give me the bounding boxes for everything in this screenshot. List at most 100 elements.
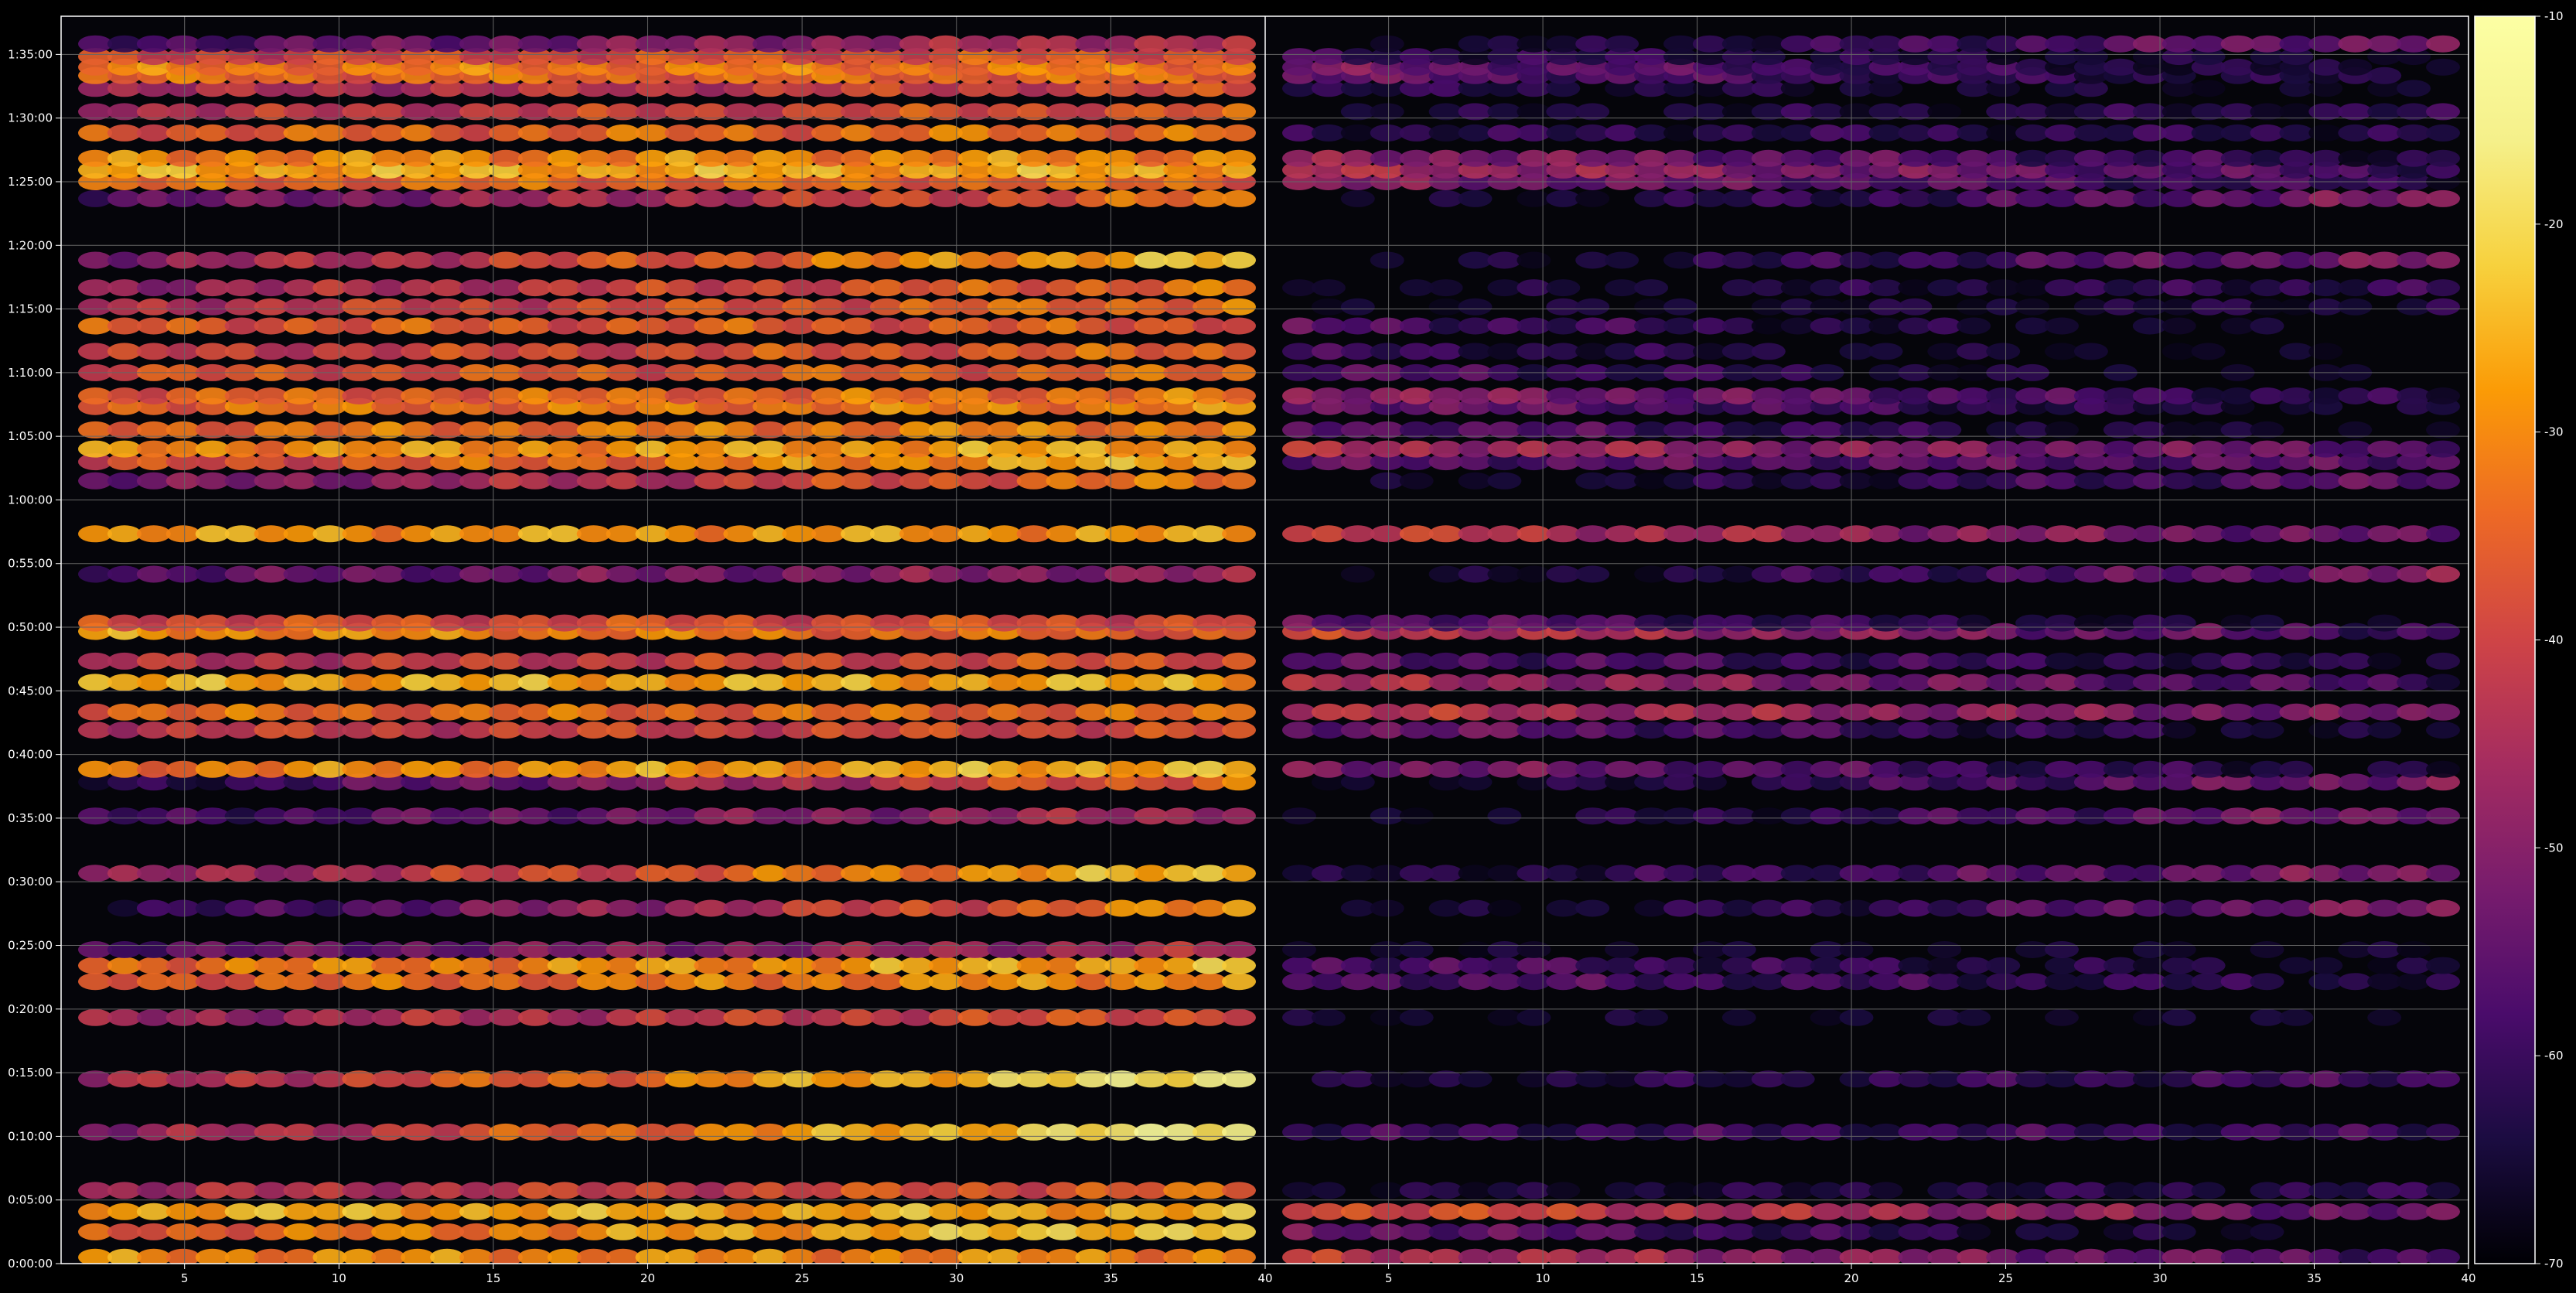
heatmap-cell xyxy=(1487,899,1522,917)
heatmap-cell xyxy=(1721,189,1756,207)
heatmap-cell xyxy=(1016,317,1051,335)
heatmap-cell xyxy=(224,899,259,917)
heatmap-cell xyxy=(371,343,406,360)
heatmap-cell xyxy=(1721,124,1756,142)
heatmap-cell xyxy=(401,760,435,778)
heatmap-cell xyxy=(2338,1182,2373,1199)
heatmap-cell xyxy=(1487,1223,1522,1240)
heatmap-cell xyxy=(1986,525,2021,543)
heatmap-cell xyxy=(107,652,142,670)
heatmap-cell xyxy=(752,421,787,438)
heatmap-cell xyxy=(869,103,904,121)
heatmap-cell xyxy=(928,421,963,438)
heatmap-cell xyxy=(1663,149,1697,167)
heatmap-cell xyxy=(1575,189,1610,207)
heatmap-cell xyxy=(1898,1123,1933,1141)
heatmap-cell xyxy=(2161,251,2196,269)
heatmap-cell xyxy=(1134,865,1169,882)
heatmap-cell xyxy=(224,35,259,53)
heatmap-cell xyxy=(1721,957,1756,974)
heatmap-cell xyxy=(869,899,904,917)
heatmap-cell xyxy=(2367,899,2402,917)
heatmap-cell xyxy=(517,957,552,974)
heatmap-cell xyxy=(136,440,171,458)
heatmap-cell xyxy=(1046,421,1080,438)
heatmap-cell xyxy=(195,1123,230,1141)
heatmap-cell xyxy=(401,1182,435,1199)
heatmap-cell xyxy=(1311,865,1346,882)
heatmap-cell xyxy=(957,103,992,121)
heatmap-cell xyxy=(2191,703,2226,721)
heatmap-cell xyxy=(1163,1123,1198,1141)
heatmap-cell xyxy=(2279,472,2314,490)
heatmap-cell xyxy=(1282,1203,1316,1220)
heatmap-cell xyxy=(2132,251,2167,269)
heatmap-cell xyxy=(2220,674,2255,691)
heatmap-cell xyxy=(371,760,406,778)
heatmap-cell xyxy=(606,35,640,53)
heatmap-cell xyxy=(694,674,728,691)
heatmap-cell xyxy=(2308,957,2343,974)
heatmap-cell xyxy=(869,149,904,167)
heatmap-cell xyxy=(635,760,670,778)
heatmap-cell xyxy=(2161,124,2196,142)
heatmap-cell xyxy=(2220,124,2255,142)
heatmap-cell xyxy=(224,440,259,458)
colorbar-tick-label: -10 xyxy=(2544,9,2564,23)
heatmap-cell xyxy=(2103,421,2138,438)
heatmap-cell xyxy=(1046,807,1080,825)
heatmap-cell xyxy=(1546,865,1581,882)
heatmap-cell xyxy=(1340,652,1375,670)
heatmap-cell xyxy=(2191,973,2226,991)
heatmap-cell xyxy=(1692,189,1727,207)
heatmap-cell xyxy=(752,1123,787,1141)
heatmap-cell xyxy=(782,279,817,297)
heatmap-cell xyxy=(1692,440,1727,458)
heatmap-cell xyxy=(107,387,142,404)
heatmap-cell xyxy=(723,472,758,490)
heatmap-cell xyxy=(547,279,582,297)
heatmap-cell xyxy=(165,317,200,335)
heatmap-cell xyxy=(1075,472,1110,490)
heatmap-cell xyxy=(1370,865,1404,882)
heatmap-cell xyxy=(752,899,787,917)
heatmap-cell xyxy=(1605,35,1639,53)
heatmap-cell xyxy=(1458,421,1493,438)
heatmap-cell xyxy=(1428,189,1463,207)
heatmap-cell xyxy=(2338,149,2373,167)
heatmap-cell xyxy=(1663,189,1697,207)
heatmap-cell xyxy=(1810,472,1844,490)
heatmap-cell xyxy=(1458,941,1493,958)
heatmap-cell xyxy=(1282,1123,1316,1141)
heatmap-cell xyxy=(2338,298,2373,316)
heatmap-cell xyxy=(195,565,230,583)
heatmap-cell xyxy=(2397,124,2431,142)
heatmap-cell xyxy=(782,614,817,632)
heatmap-cell xyxy=(2045,525,2079,543)
heatmap-cell xyxy=(899,760,933,778)
heatmap-cell xyxy=(2220,703,2255,721)
heatmap-cell xyxy=(664,1182,699,1199)
heatmap-cell xyxy=(547,1203,582,1220)
colorbar-tick-label: -60 xyxy=(2544,1049,2564,1063)
heatmap-cell xyxy=(254,1182,288,1199)
heatmap-cell xyxy=(928,722,963,739)
heatmap-cell xyxy=(2250,525,2284,543)
heatmap-cell xyxy=(2045,703,2079,721)
heatmap-cell xyxy=(165,251,200,269)
heatmap-cell xyxy=(1927,279,1962,297)
heatmap-cell xyxy=(987,722,1022,739)
heatmap-cell xyxy=(2367,652,2402,670)
heatmap-cell xyxy=(2367,703,2402,721)
heatmap-cell xyxy=(401,103,435,121)
heatmap-cell xyxy=(2338,279,2373,297)
heatmap-cell xyxy=(1517,149,1551,167)
heatmap-cell xyxy=(488,251,523,269)
heatmap-cell xyxy=(987,251,1022,269)
heatmap-cell xyxy=(2250,807,2284,825)
heatmap-cell xyxy=(1340,421,1375,438)
heatmap-cell xyxy=(1810,565,1844,583)
heatmap-cell xyxy=(1986,1182,2021,1199)
heatmap-cell xyxy=(312,525,347,543)
heatmap-cell xyxy=(1634,899,1669,917)
